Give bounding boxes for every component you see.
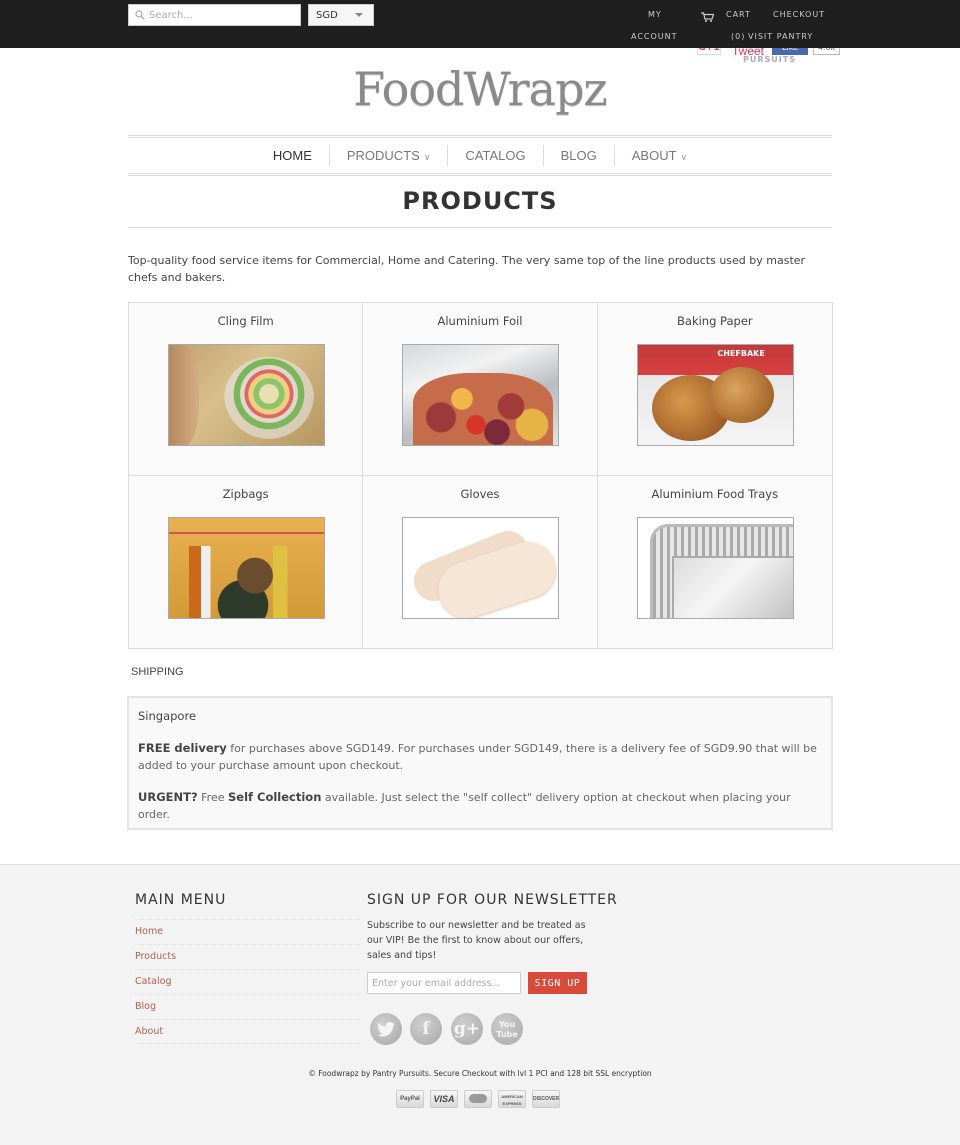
visa-icon: VISA (430, 1090, 458, 1108)
newsletter-heading: SIGN UP FOR OUR NEWSLETTER (367, 892, 618, 908)
paypal-icon: PayPal (396, 1090, 424, 1108)
facebook-icon[interactable]: f (410, 1013, 442, 1045)
shipping-label: SHIPPING (131, 666, 184, 678)
product-title[interactable]: Aluminium Food Trays (598, 487, 832, 501)
chevron-down-icon (355, 13, 363, 17)
nav-label: CATALOG (465, 148, 526, 163)
nav-item-products[interactable]: PRODUCTS ∨ (328, 145, 448, 166)
product-image-aluminium-food-trays[interactable] (636, 516, 794, 619)
my-account-link-line1[interactable]: MY (648, 10, 662, 19)
cart-link[interactable]: CART (726, 10, 751, 19)
amex-icon: AMERICAN EXPRESS (498, 1090, 526, 1108)
twitter-icon[interactable] (370, 1013, 402, 1045)
page-intro: Top-quality food service items for Comme… (128, 254, 806, 284)
product-title[interactable]: Zipbags (129, 487, 362, 501)
product-image-cling-film[interactable] (167, 344, 325, 446)
discover-icon: DISCOVER (532, 1090, 560, 1108)
main-menu-heading: MAIN MENU (135, 892, 227, 908)
cart-icon[interactable] (701, 7, 715, 22)
product-card-baking-paper[interactable]: Baking Paper CHEFBAKE (597, 303, 832, 476)
product-grid: Cling Film Aluminium Foil Baking Paper C… (128, 302, 833, 649)
urgent-bold: URGENT? (138, 790, 198, 804)
footer-link-catalog[interactable]: Catalog (135, 969, 360, 994)
youtube-icon[interactable]: You Tube (491, 1013, 523, 1045)
google-plus-icon[interactable]: g+ (451, 1013, 483, 1045)
product-card-aluminium-food-trays[interactable]: Aluminium Food Trays (598, 476, 832, 649)
page-title: PRODUCTS (402, 187, 558, 215)
shipping-info-box: Singapore FREE delivery for purchases ab… (127, 696, 833, 830)
product-image-baking-paper[interactable]: CHEFBAKE (636, 344, 794, 446)
site-logo[interactable]: FoodWrapz (0, 62, 960, 116)
nav-label: BLOG (560, 148, 597, 163)
currency-value: SGD (316, 9, 338, 21)
product-card-aluminium-foil[interactable]: Aluminium Foil (363, 303, 598, 476)
newsletter-email-input[interactable] (367, 972, 521, 994)
product-card-zipbags[interactable]: Zipbags (129, 475, 364, 648)
newsletter-text: Subscribe to our newsletter and be treat… (367, 920, 586, 961)
footer-link-blog[interactable]: Blog (135, 994, 360, 1019)
chevron-down-icon: ∨ (423, 152, 431, 162)
cart-count: (0) (731, 32, 746, 41)
footer-link-about[interactable]: About (135, 1019, 360, 1044)
currency-select[interactable]: SGD (308, 4, 374, 26)
shipping-region: Singapore (138, 709, 197, 723)
visit-pantry-link[interactable]: VISIT PANTRY (748, 32, 813, 41)
divider (128, 227, 832, 228)
nav-item-about[interactable]: ABOUT ∨ (613, 145, 704, 166)
main-nav: HOME PRODUCTS ∨ CATALOG BLOG ABOUT ∨ (128, 135, 832, 176)
search-box[interactable] (128, 4, 301, 26)
footer: MAIN MENU Home Products Catalog Blog Abo… (0, 864, 960, 1145)
nav-label: PRODUCTS (346, 148, 420, 163)
free-delivery-detail: for purchases above SGD149. For purchase… (138, 742, 817, 772)
chefbake-label: CHEFBAKE (717, 349, 765, 358)
nav-item-blog[interactable]: BLOG (542, 145, 614, 166)
product-card-cling-film[interactable]: Cling Film (129, 303, 364, 476)
urgent-text: URGENT? Free Self Collection available. … (138, 789, 822, 823)
nav-item-home[interactable]: HOME (256, 145, 329, 166)
urgent-detail-1: Free (197, 791, 228, 804)
product-title[interactable]: Baking Paper (598, 314, 832, 328)
copyright-text: © Foodwrapz by Pantry Pursuits. Secure C… (308, 1069, 652, 1078)
product-title[interactable]: Cling Film (129, 314, 362, 328)
product-card-gloves[interactable]: Gloves (363, 475, 598, 648)
product-image-zipbags[interactable] (167, 516, 325, 619)
chevron-down-icon: ∨ (680, 152, 688, 162)
nav-item-catalog[interactable]: CATALOG (447, 145, 542, 166)
top-bar: SGD MY ACCOUNT CART (0) CHECKOUT VISIT P… (0, 0, 960, 48)
mastercard-icon (464, 1090, 492, 1108)
footer-link-home[interactable]: Home (135, 919, 360, 944)
product-title[interactable]: Gloves (363, 487, 596, 501)
product-image-aluminium-foil[interactable] (401, 344, 559, 446)
free-delivery-bold: FREE delivery (138, 741, 227, 755)
newsletter-signup-button[interactable]: SIGN UP (528, 972, 587, 994)
self-collection-bold: Self Collection (227, 790, 322, 804)
free-delivery-text: FREE delivery for purchases above SGD149… (138, 740, 822, 774)
footer-main-menu: Home Products Catalog Blog About (135, 919, 360, 1044)
product-title[interactable]: Aluminium Foil (363, 314, 596, 328)
search-input[interactable] (149, 9, 294, 21)
my-account-link-line2[interactable]: ACCOUNT (631, 32, 678, 41)
nav-label: HOME (272, 148, 312, 163)
checkout-link[interactable]: CHECKOUT (773, 10, 825, 19)
payment-methods: PayPal VISA AMERICAN EXPRESS DISCOVER (396, 1090, 560, 1108)
footer-link-products[interactable]: Products (135, 944, 360, 969)
search-icon (131, 5, 149, 25)
nav-label: ABOUT (631, 148, 677, 163)
product-image-gloves[interactable] (401, 516, 559, 619)
